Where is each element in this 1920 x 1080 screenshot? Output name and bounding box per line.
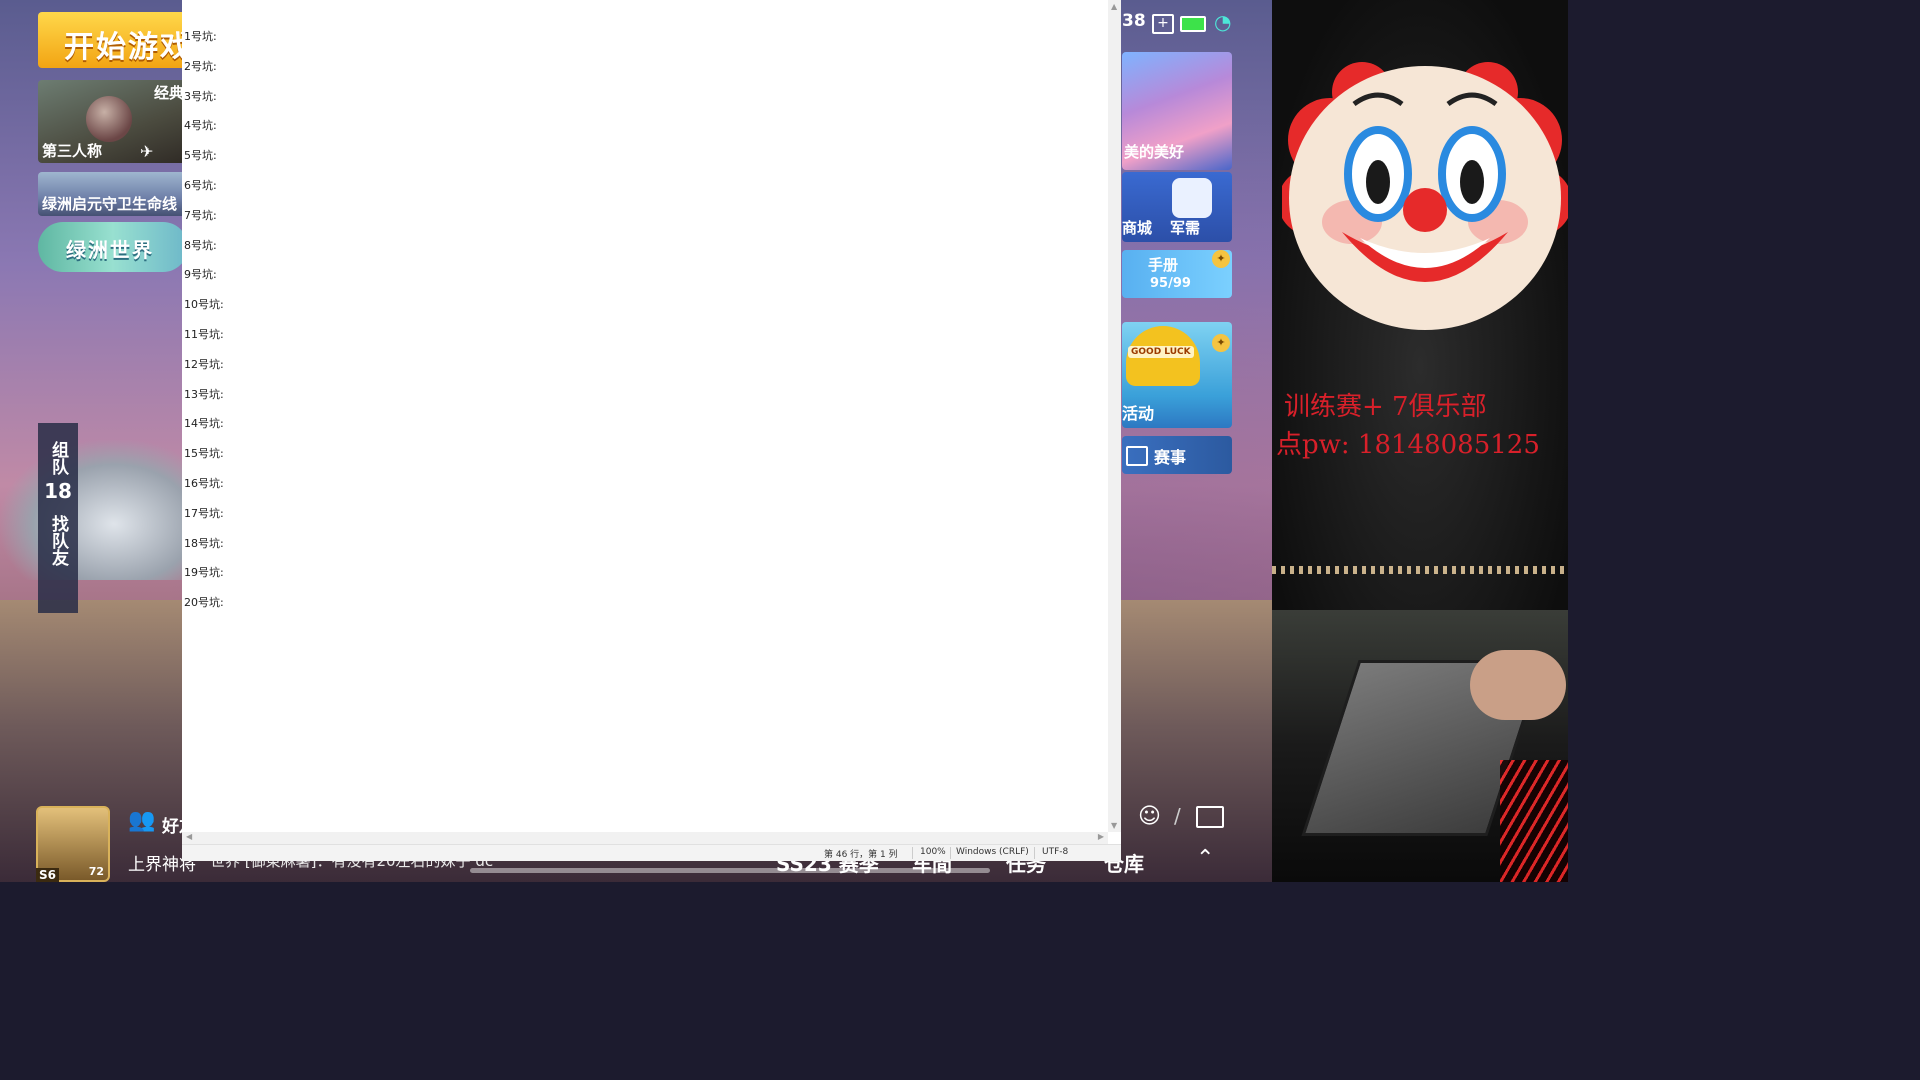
status-divider: [1034, 847, 1035, 859]
document-line[interactable]: 17号坑:: [184, 507, 224, 537]
team-label: 组队: [48, 441, 68, 475]
document-line[interactable]: 7号坑:: [184, 209, 224, 239]
document-line[interactable]: 5号坑:: [184, 149, 224, 179]
document-line[interactable]: 2号坑:: [184, 60, 224, 90]
led-strip: [1272, 566, 1568, 574]
car-image: [0, 440, 190, 580]
oasis-world-label: 绿洲世界: [66, 238, 154, 262]
handbook-progress: 95/99: [1150, 276, 1191, 291]
promo-text-line1: 训练赛+ 7俱乐部: [1284, 392, 1487, 422]
document-line[interactable]: 11号坑:: [184, 328, 224, 358]
add-icon: +: [1152, 14, 1174, 34]
document-line[interactable]: 16号坑:: [184, 477, 224, 507]
promo-text-line2: 点pw: 18148085125: [1276, 430, 1540, 460]
scroll-right-icon[interactable]: ▶: [1098, 832, 1104, 841]
gift-icon: ✦: [1212, 250, 1230, 268]
document-line[interactable]: 6号坑:: [184, 179, 224, 209]
status-divider: [912, 847, 913, 859]
notepad-window[interactable]: 1号坑: 2号坑: 3号坑: 4号坑: 5号坑: 6号坑: 7号坑: 8号坑: 9号坑: 10号坑…: [182, 0, 1121, 861]
promo-banner-label: 美的美好: [1124, 143, 1185, 161]
handbook-button[interactable]: 手册 95/99 ✦: [1122, 250, 1232, 298]
document-line[interactable]: 10号坑:: [184, 298, 224, 328]
keyboard-image: [1500, 760, 1568, 882]
document-line[interactable]: 9号坑:: [184, 268, 224, 298]
events-button[interactable]: 赛事: [1122, 436, 1232, 474]
clock-text: 38: [1122, 11, 1146, 31]
oasis-event-card[interactable]: 绿洲启元守卫生命线: [38, 172, 188, 216]
map-orb-image: [86, 96, 132, 142]
events-label: 赛事: [1154, 448, 1187, 467]
document-line[interactable]: 3号坑:: [184, 90, 224, 120]
supply-label[interactable]: 军需: [1170, 217, 1200, 238]
team-count: 18: [44, 479, 72, 503]
document-line[interactable]: 15号坑:: [184, 447, 224, 477]
status-row: 38 + ◔: [1122, 10, 1272, 36]
document-line[interactable]: 12号坑:: [184, 358, 224, 388]
document-line[interactable]: 18号坑:: [184, 537, 224, 567]
zoom-level: 100%: [920, 847, 946, 857]
expand-menu-icon[interactable]: ⌃: [1196, 846, 1214, 871]
emoji-icon[interactable]: ☺: [1138, 804, 1161, 829]
promo-banner[interactable]: 美的美好: [1122, 52, 1232, 170]
mode-classic-label: 经典: [153, 84, 184, 102]
supply-box-icon: [1172, 178, 1212, 218]
friends-icon[interactable]: 👥: [128, 808, 158, 834]
handbook-title: 手册: [1148, 256, 1179, 274]
encoding: UTF-8: [1042, 847, 1069, 857]
activity-label: 活动: [1122, 404, 1155, 423]
document-line[interactable]: 20号坑:: [184, 596, 224, 626]
document-line[interactable]: 14号坑:: [184, 417, 224, 447]
document-text[interactable]: 1号坑: 2号坑: 3号坑: 4号坑: 5号坑: 6号坑: 7号坑: 8号坑: 9号坑: 10号坑…: [184, 30, 224, 626]
clown-face-icon: [1282, 62, 1568, 330]
team-finder-panel[interactable]: 组队 18 找队友: [38, 423, 78, 613]
horizontal-scrollbar[interactable]: ◀ ▶: [182, 832, 1108, 844]
scroll-left-icon[interactable]: ◀: [186, 832, 192, 841]
mall-supply-panel[interactable]: 商城 军需: [1122, 172, 1232, 242]
find-teammates-label: 找队友: [48, 515, 68, 566]
mode-third-person-label: 第三人称: [42, 142, 103, 160]
status-divider: [950, 847, 951, 859]
scroll-indicator: [470, 868, 990, 873]
hand-image: [1470, 650, 1566, 720]
events-icon: [1126, 446, 1148, 466]
wifi-icon: ◔: [1214, 10, 1232, 34]
status-bar: 第 46 行，第 1 列 100% Windows (CRLF) UTF-8: [182, 844, 1121, 861]
scroll-down-icon[interactable]: ▼: [1111, 821, 1117, 830]
oasis-world-button[interactable]: 绿洲世界: [38, 222, 188, 272]
mode-card[interactable]: 经典 第三人称 ✈: [38, 80, 188, 163]
battery-icon: [1180, 16, 1206, 32]
scroll-up-icon[interactable]: ▲: [1111, 2, 1117, 11]
cursor-position: 第 46 行，第 1 列: [824, 850, 898, 860]
good-luck-badge: GOOD LUCK: [1128, 346, 1194, 358]
oasis-event-label: 绿洲启元守卫生命线: [42, 195, 178, 213]
line-ending: Windows (CRLF): [956, 847, 1029, 857]
vertical-scrollbar[interactable]: ▲ ▼: [1108, 0, 1121, 832]
plane-icon: ✈: [140, 142, 154, 161]
document-line[interactable]: 1号坑:: [184, 30, 224, 60]
fullscreen-icon[interactable]: [1196, 806, 1224, 828]
activity-button[interactable]: GOOD LUCK ✦ 活动: [1122, 322, 1232, 428]
mall-label[interactable]: 商城: [1122, 217, 1152, 238]
document-line[interactable]: 8号坑:: [184, 239, 224, 269]
document-line[interactable]: 13号坑:: [184, 388, 224, 418]
gift-icon: ✦: [1212, 334, 1230, 352]
start-game-label: 开始游戏: [64, 30, 188, 65]
document-line[interactable]: 19号坑:: [184, 566, 224, 596]
start-game-button[interactable]: 开始游戏: [38, 12, 188, 68]
document-line[interactable]: 4号坑:: [184, 119, 224, 149]
divider: /: [1174, 804, 1181, 828]
